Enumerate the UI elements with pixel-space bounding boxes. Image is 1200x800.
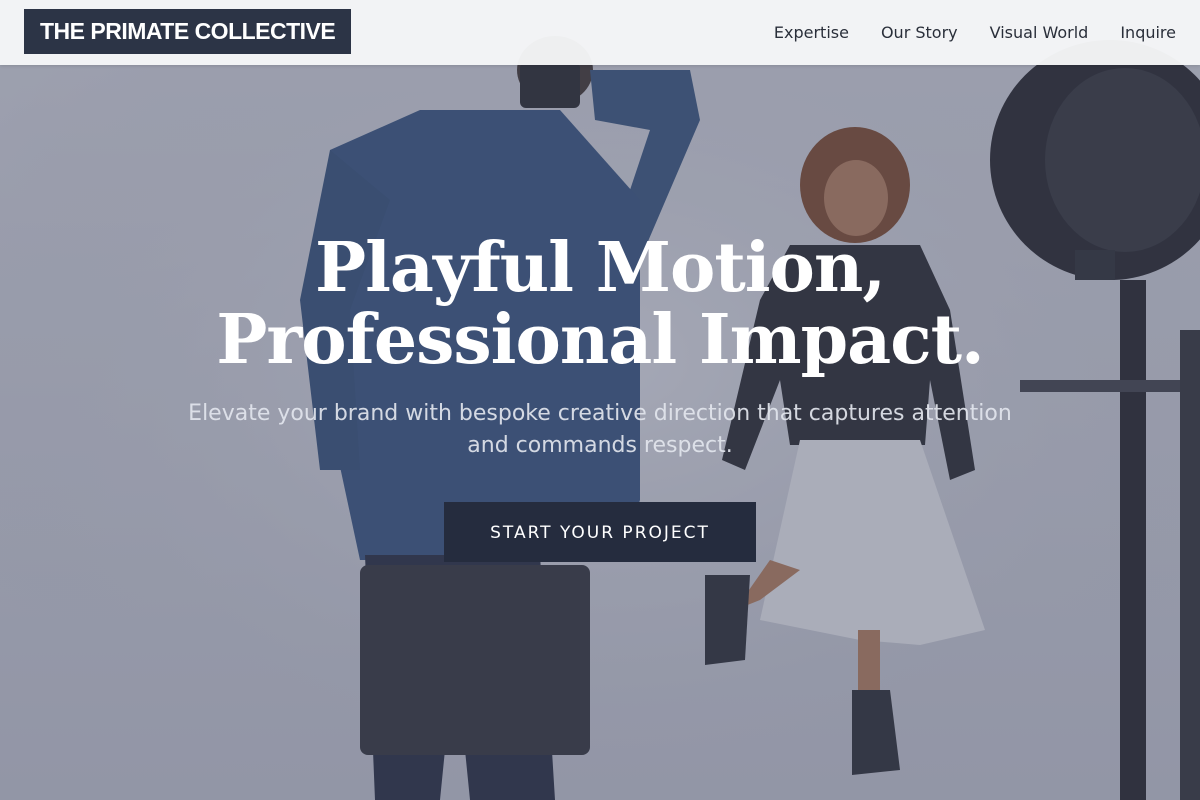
hero-title: Playful Motion, Professional Impact. <box>0 232 1200 376</box>
nav-link-inquire[interactable]: Inquire <box>1120 23 1176 42</box>
main-nav: Expertise Our Story Visual World Inquire <box>774 0 1176 65</box>
hero-subtitle: Elevate your brand with bespoke creative… <box>188 401 1012 458</box>
nav-link-our-story[interactable]: Our Story <box>881 23 958 42</box>
logo[interactable]: THE PRIMATE COLLECTIVE <box>24 9 352 54</box>
hero-section: Playful Motion, Professional Impact. Ele… <box>0 232 1200 562</box>
nav-link-visual-world[interactable]: Visual World <box>990 23 1089 42</box>
nav-link-expertise[interactable]: Expertise <box>774 23 849 42</box>
site-header: THE PRIMATE COLLECTIVE Expertise Our Sto… <box>0 0 1200 65</box>
page: THE PRIMATE COLLECTIVE Expertise Our Sto… <box>0 0 1200 800</box>
hero-title-line-2: Professional Impact. <box>216 300 984 380</box>
start-project-button[interactable]: START YOUR PROJECT <box>444 502 756 562</box>
hero-title-line-1: Playful Motion, <box>314 228 886 308</box>
